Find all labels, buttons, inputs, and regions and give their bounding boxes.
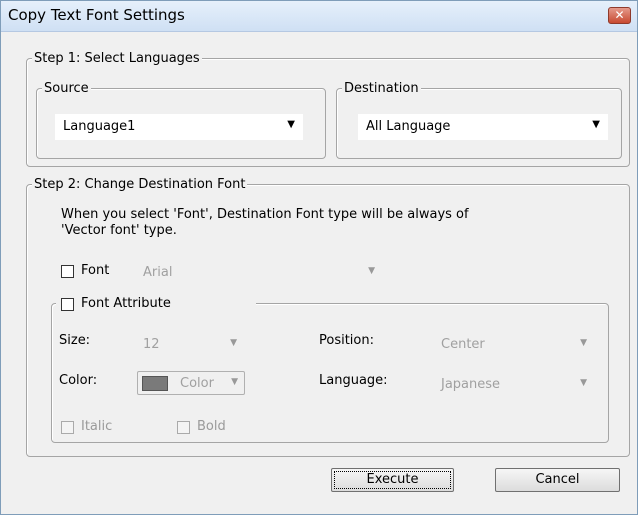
color-picker[interactable]: Color ▼ (137, 371, 245, 395)
font-note-line2: 'Vector font' type. (61, 223, 177, 238)
cancel-button[interactable]: Cancel (495, 468, 620, 492)
italic-checkbox[interactable] (61, 421, 74, 434)
step2-legend: Step 2: Change Destination Font (32, 177, 248, 192)
color-swatch (142, 376, 168, 391)
destination-legend: Destination (342, 81, 421, 96)
source-legend: Source (42, 81, 91, 96)
source-select-value: Language1 (63, 119, 136, 134)
source-select[interactable]: Language1 ▼ (55, 114, 303, 140)
font-checkbox[interactable] (61, 265, 74, 278)
size-select-value: 12 (143, 337, 160, 352)
copy-text-font-settings-dialog: Copy Text Font Settings ✕ Step 1: Select… (0, 0, 638, 515)
position-select-value: Center (441, 337, 485, 352)
bold-checkbox[interactable] (177, 421, 190, 434)
position-select[interactable]: Center ▼ (435, 333, 595, 357)
bold-label: Bold (197, 419, 226, 434)
font-note-line1: When you select 'Font', Destination Font… (61, 207, 469, 222)
size-label: Size: (59, 333, 91, 348)
font-select[interactable]: Arial ▼ (137, 261, 383, 285)
destination-select-value: All Language (366, 119, 451, 134)
position-label: Position: (319, 333, 374, 348)
chevron-down-icon: ▼ (287, 119, 295, 130)
title-bar[interactable]: Copy Text Font Settings ✕ (1, 1, 637, 32)
step1-legend: Step 1: Select Languages (32, 51, 202, 66)
font-attribute-checkbox[interactable] (61, 298, 74, 311)
color-picker-value: Color (180, 376, 214, 391)
close-icon: ✕ (614, 8, 625, 22)
chevron-down-icon: ▼ (580, 338, 587, 348)
close-button[interactable]: ✕ (608, 7, 631, 24)
destination-select[interactable]: All Language ▼ (358, 114, 608, 140)
chevron-down-icon: ▼ (592, 119, 600, 130)
execute-button[interactable]: Execute (331, 468, 454, 492)
language-select-value: Japanese (441, 377, 501, 392)
chevron-down-icon: ▼ (230, 338, 237, 348)
language-select[interactable]: Japanese ▼ (435, 373, 595, 397)
font-checkbox-label: Font (81, 263, 110, 278)
font-attribute-label: Font Attribute (81, 296, 171, 311)
chevron-down-icon: ▼ (231, 377, 238, 387)
language-label: Language: (319, 373, 388, 388)
window-title: Copy Text Font Settings (8, 6, 185, 24)
font-select-value: Arial (143, 265, 173, 280)
color-label: Color: (59, 373, 98, 388)
italic-label: Italic (81, 419, 113, 434)
size-select[interactable]: 12 ▼ (137, 333, 245, 357)
chevron-down-icon: ▼ (580, 378, 587, 388)
chevron-down-icon: ▼ (368, 266, 375, 276)
